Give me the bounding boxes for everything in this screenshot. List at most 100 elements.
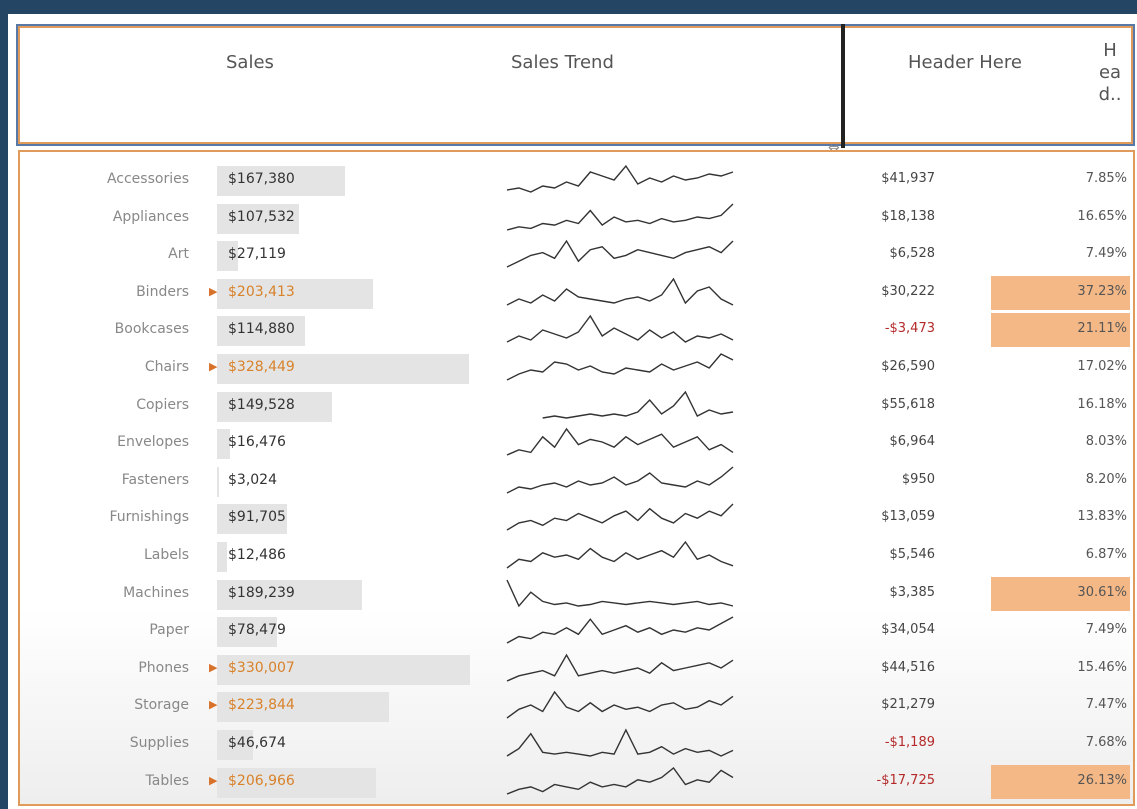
sales-value: $46,674 xyxy=(228,735,286,751)
table-row[interactable]: Accessories $167,380 $41,937 7.85% xyxy=(0,161,1137,199)
header-here-column-header[interactable]: Header Here xyxy=(908,52,1022,73)
category-label: Storage xyxy=(134,697,189,714)
sales-trend-sparkline[interactable] xyxy=(505,389,735,421)
column-divider[interactable] xyxy=(841,24,845,148)
percent-value: 30.61% xyxy=(1077,584,1127,600)
percent-value: 17.02% xyxy=(1077,359,1127,374)
header-here-value: $26,590 xyxy=(881,359,935,374)
category-label: Binders xyxy=(136,283,189,300)
sales-trend-sparkline[interactable] xyxy=(505,464,735,496)
sales-trend-sparkline[interactable] xyxy=(505,689,735,721)
table-row[interactable]: Supplies $46,674 -$1,189 7.68% xyxy=(0,725,1137,763)
table-row[interactable]: Labels $12,486 $5,546 6.87% xyxy=(0,537,1137,575)
sales-trend-sparkline[interactable] xyxy=(505,727,735,759)
percent-value: 7.47% xyxy=(1085,697,1127,713)
sales-value: $3,024 xyxy=(228,471,277,488)
category-label: Machines xyxy=(123,584,189,601)
table-row[interactable]: Storage ▶ $223,844 $21,279 7.47% xyxy=(0,687,1137,725)
percent-value: 8.03% xyxy=(1085,434,1127,450)
sales-trend-sparkline[interactable] xyxy=(505,426,735,458)
flag-arrow-icon: ▶ xyxy=(209,284,218,298)
sales-value: $206,966 xyxy=(228,772,295,789)
header-here-value: $44,516 xyxy=(881,659,935,675)
sales-trend-sparkline[interactable] xyxy=(505,238,735,270)
sales-value: $16,476 xyxy=(228,434,286,451)
sparkline-path xyxy=(506,540,734,569)
sales-value: $107,532 xyxy=(228,208,295,225)
table-row[interactable]: Appliances $107,532 $18,138 16.65% xyxy=(0,199,1137,237)
flag-arrow-icon: ▶ xyxy=(209,660,218,674)
sales-trend-sparkline[interactable] xyxy=(505,313,735,345)
sales-trend-sparkline[interactable] xyxy=(505,539,735,571)
percent-value: 13.83% xyxy=(1077,509,1127,525)
header-here-value: $34,054 xyxy=(881,622,935,638)
table-row[interactable]: Chairs ▶ $328,449 $26,590 17.02% xyxy=(0,349,1137,387)
sparkline-path xyxy=(506,766,734,795)
sales-trend-sparkline[interactable] xyxy=(505,501,735,533)
table-row[interactable]: Binders ▶ $203,413 $30,222 37.23% xyxy=(0,274,1137,312)
sparkline-path xyxy=(506,653,734,682)
category-label: Copiers xyxy=(136,396,189,413)
table-row[interactable]: Copiers $149,528 $55,618 16.18% xyxy=(0,387,1137,425)
percent-value: 15.46% xyxy=(1077,659,1127,675)
flag-arrow-icon: ▶ xyxy=(209,360,218,373)
sales-value: $27,119 xyxy=(228,246,286,263)
table-row[interactable]: Bookcases $114,880 -$3,473 21.11% xyxy=(0,311,1137,349)
sales-trend-sparkline[interactable] xyxy=(505,765,735,797)
sales-bar[interactable] xyxy=(217,542,227,572)
table-row[interactable]: Phones ▶ $330,007 $44,516 15.46% xyxy=(0,650,1137,688)
sales-value: $203,413 xyxy=(228,283,295,300)
sparkline-path xyxy=(506,353,734,381)
percent-value: 6.87% xyxy=(1085,547,1127,562)
percent-value: 21.11% xyxy=(1077,321,1127,337)
sales-value: $149,528 xyxy=(228,396,295,413)
sales-trend-sparkline[interactable] xyxy=(505,652,735,684)
percent-value: 16.18% xyxy=(1077,396,1127,412)
category-label: Appliances xyxy=(112,208,189,225)
category-label: Chairs xyxy=(144,359,189,375)
percent-value: 7.49% xyxy=(1085,246,1127,262)
sales-value: $223,844 xyxy=(228,697,295,714)
sales-trend-sparkline[interactable] xyxy=(505,201,735,233)
table-row[interactable]: Fasteners $3,024 $950 8.20% xyxy=(0,462,1137,500)
sparkline-path xyxy=(506,239,734,268)
header-here-value: -$17,725 xyxy=(876,772,935,788)
sales-value: $189,239 xyxy=(228,584,295,601)
percent-value: 8.20% xyxy=(1085,471,1127,487)
category-label: Art xyxy=(168,246,189,263)
sales-trend-sparkline[interactable] xyxy=(505,163,735,195)
category-label: Tables xyxy=(145,772,190,789)
sales-trend-sparkline[interactable] xyxy=(505,614,735,646)
sales-value: $328,449 xyxy=(228,359,295,375)
sparkline-path xyxy=(506,164,734,193)
sparkline-path xyxy=(506,616,734,644)
table-row[interactable]: Machines $189,239 $3,385 30.61% xyxy=(0,575,1137,613)
category-label: Envelopes xyxy=(117,434,189,451)
sales-trend-sparkline[interactable] xyxy=(505,276,735,308)
header-here-value: -$3,473 xyxy=(884,321,935,337)
sales-trend-column-header[interactable]: Sales Trend xyxy=(511,52,614,73)
sparkline-path xyxy=(506,728,734,757)
percent-value: 37.23% xyxy=(1077,283,1127,299)
sales-trend-sparkline[interactable] xyxy=(505,577,735,609)
header-here-value: $6,964 xyxy=(889,434,936,450)
sparkline-path xyxy=(506,466,734,494)
category-label: Fasteners xyxy=(121,471,189,488)
table-row[interactable]: Art $27,119 $6,528 7.49% xyxy=(0,236,1137,274)
header-here-value: $3,385 xyxy=(889,584,936,600)
sales-trend-sparkline[interactable] xyxy=(505,351,735,383)
table-row[interactable]: Tables ▶ $206,966 -$17,725 26.13% xyxy=(0,763,1137,801)
header-here-value: $21,279 xyxy=(881,697,935,713)
sales-value: $78,479 xyxy=(228,622,286,639)
sales-column-header[interactable]: Sales xyxy=(226,52,274,73)
category-label: Supplies xyxy=(129,735,189,751)
sales-value: $330,007 xyxy=(228,659,295,676)
table-row[interactable]: Furnishings $91,705 $13,059 13.83% xyxy=(0,499,1137,537)
sales-bar[interactable] xyxy=(217,466,219,497)
table-row[interactable]: Envelopes $16,476 $6,964 8.03% xyxy=(0,424,1137,462)
truncated-column-header[interactable]: H ea d.. xyxy=(1092,40,1128,106)
sparkline-path xyxy=(506,277,734,306)
category-label: Labels xyxy=(143,547,189,563)
sales-value: $91,705 xyxy=(228,509,286,526)
table-row[interactable]: Paper $78,479 $34,054 7.49% xyxy=(0,612,1137,650)
